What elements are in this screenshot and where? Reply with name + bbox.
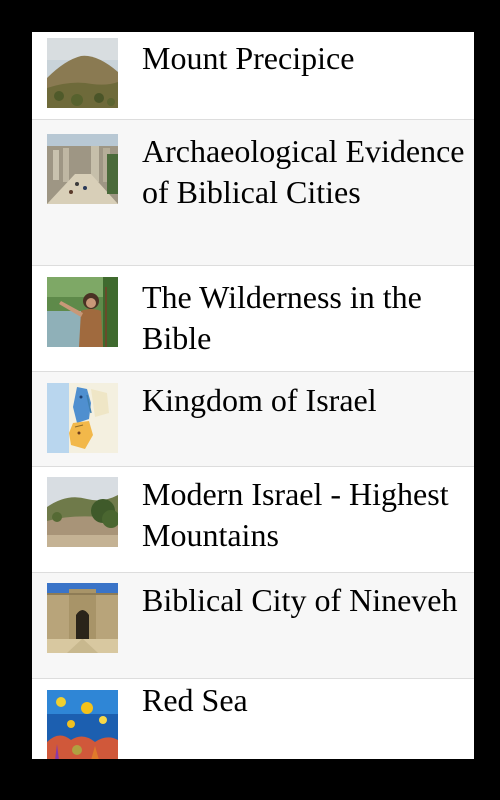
list-item-kingdom-of-israel[interactable]: Kingdom of Israel: [32, 372, 474, 467]
list-item-label: Mount Precipice: [142, 40, 355, 76]
ancient-gate-thumbnail: [47, 583, 118, 653]
mountain-landscape-thumbnail: [47, 477, 118, 547]
list-item-modern-israel-mountains[interactable]: Modern Israel - Highest Mountains: [32, 467, 474, 573]
coral-reef-image: [47, 690, 118, 759]
map-image: [47, 383, 118, 453]
list-item-mount-precipice[interactable]: Mount Precipice: [32, 32, 474, 120]
list-item-nineveh[interactable]: Biblical City of Nineveh: [32, 573, 474, 679]
list-item-label: Modern Israel - Highest Mountains: [142, 476, 449, 553]
mountain-landscape-image: [47, 477, 118, 547]
ancient-gate-image: [47, 583, 118, 653]
hill-landscape-image: [47, 38, 118, 108]
ancient-ruins-image: [47, 134, 118, 204]
list-item-label: The Wilderness in the Bible: [142, 279, 422, 356]
list-item-label: Biblical City of Nineveh: [142, 582, 458, 618]
man-by-river-image: [47, 277, 118, 347]
list-item-label: Archaeological Evidence of Biblical Citi…: [142, 133, 465, 210]
map-thumbnail: [47, 383, 118, 453]
ancient-ruins-street-thumbnail: [47, 134, 118, 204]
coral-reef-fish-thumbnail: [47, 690, 118, 759]
hill-landscape-thumbnail: [47, 38, 118, 108]
list-item-red-sea[interactable]: Red Sea: [32, 679, 474, 759]
list-item-wilderness[interactable]: The Wilderness in the Bible: [32, 266, 474, 372]
list-item-label: Kingdom of Israel: [142, 382, 377, 418]
list-item-archaeological-evidence[interactable]: Archaeological Evidence of Biblical Citi…: [32, 120, 474, 266]
topic-list: Mount Precipice Archaeological Evidence …: [32, 32, 474, 759]
man-by-river-thumbnail: [47, 277, 118, 347]
app-frame: Mount Precipice Archaeological Evidence …: [0, 0, 500, 800]
list-item-label: Red Sea: [142, 682, 248, 718]
